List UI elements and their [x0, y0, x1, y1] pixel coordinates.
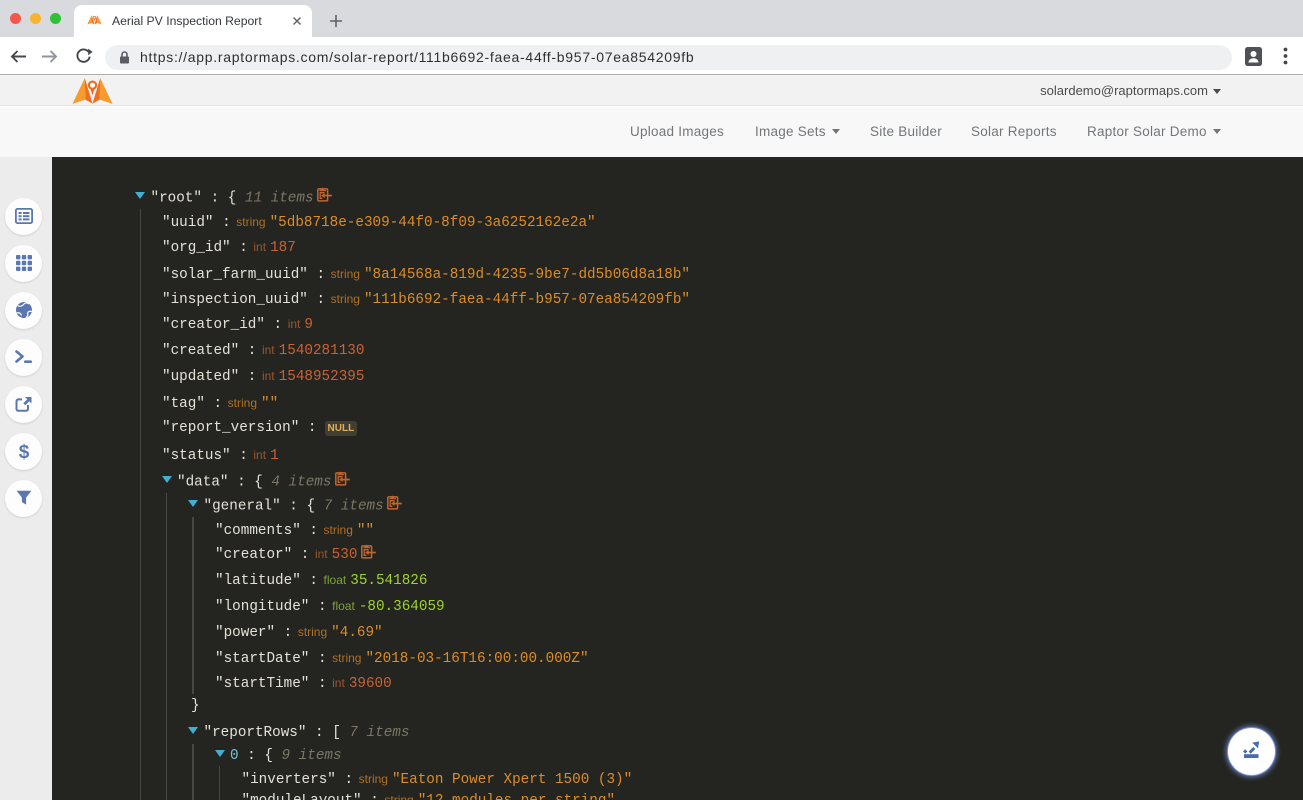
- svg-text:$: $: [18, 442, 29, 461]
